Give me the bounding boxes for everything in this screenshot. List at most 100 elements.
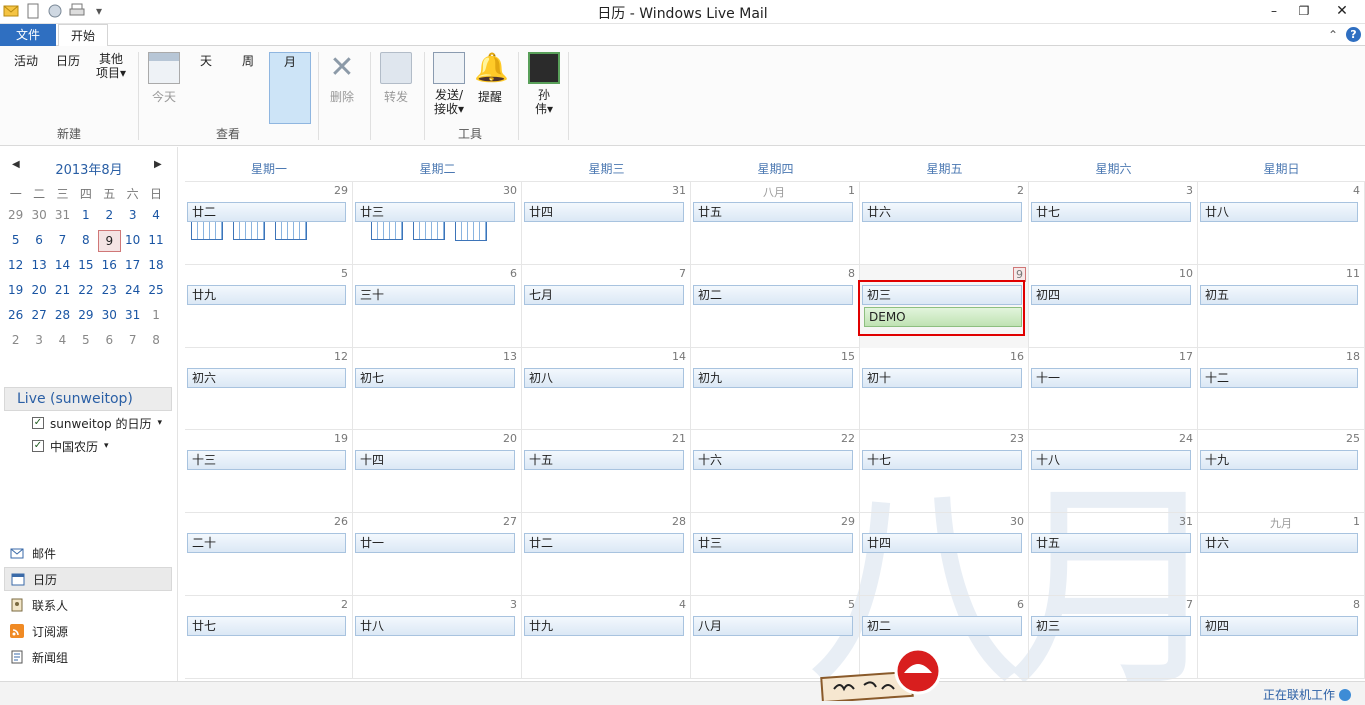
day-cell[interactable]: 25 十九 <box>1198 430 1365 514</box>
lunar-date-event[interactable]: 廿四 <box>862 533 1022 554</box>
mini-calendar-day[interactable]: 3 <box>121 205 144 230</box>
nav-feeds[interactable]: 订阅源 <box>4 619 172 643</box>
day-cell[interactable]: 7 七月 <box>522 264 691 348</box>
send-receive-button[interactable]: 发送/ 接收▾ <box>428 52 470 122</box>
mini-calendar-day[interactable]: 4 <box>51 330 74 355</box>
dropdown-arrow-icon[interactable]: ▾ <box>104 441 109 451</box>
lunar-date-event[interactable]: 初二 <box>862 616 1022 636</box>
help-icon[interactable]: ? <box>1346 27 1361 42</box>
mini-calendar-day[interactable]: 1 <box>144 305 167 330</box>
account-header[interactable]: Live (sunweitop) <box>4 387 172 411</box>
mini-calendar-day[interactable]: 11 <box>144 230 167 255</box>
mini-calendar-day[interactable]: 7 <box>51 230 74 255</box>
lunar-date-event[interactable]: 初十 <box>862 367 1022 388</box>
day-cell[interactable]: 17 十一 <box>1029 347 1198 431</box>
day-cell[interactable]: 11 初五 <box>1198 264 1365 348</box>
lunar-date-event[interactable]: 廿六 <box>862 202 1022 222</box>
day-cell[interactable]: 4 廿九 <box>522 596 691 679</box>
day-cell[interactable]: 10 初四 <box>1029 264 1198 348</box>
mini-calendar-day[interactable]: 6 <box>27 230 50 255</box>
mini-calendar-day[interactable]: 25 <box>144 280 167 305</box>
mini-calendar-day[interactable]: 17 <box>121 255 144 280</box>
lunar-date-event[interactable]: 十六 <box>693 450 853 471</box>
mini-calendar-day[interactable]: 4 <box>144 205 167 230</box>
day-cell[interactable]: 27 廿一 <box>353 513 522 596</box>
lunar-date-event[interactable]: 廿八 <box>1200 202 1358 222</box>
lunar-date-event[interactable]: 十五 <box>524 450 684 471</box>
other-items-button[interactable]: 其他 项目▾ <box>90 52 307 240</box>
tab-file[interactable]: 文件 <box>0 24 56 46</box>
mini-calendar-day[interactable]: 31 <box>51 205 74 230</box>
lunar-date-event[interactable]: 廿五 <box>1031 533 1191 554</box>
lunar-date-event[interactable]: 七月 <box>524 284 684 305</box>
mini-calendar-day[interactable]: 1 <box>74 205 97 230</box>
day-cell[interactable]: 3 廿七 <box>1029 182 1198 265</box>
tab-home[interactable]: 开始 <box>58 24 108 47</box>
day-cell[interactable]: 15 初九 <box>691 347 860 431</box>
day-cell[interactable]: 30 廿四 <box>860 513 1029 596</box>
day-cell[interactable]: 26 二十 <box>185 513 353 596</box>
lunar-date-event[interactable]: 廿九 <box>524 616 684 636</box>
lunar-date-event[interactable]: 廿五 <box>693 202 853 222</box>
lunar-date-event[interactable]: 廿七 <box>187 616 346 636</box>
day-cell[interactable]: 18 十二 <box>1198 347 1365 431</box>
day-cell[interactable]: 28 廿二 <box>522 513 691 596</box>
delete-button[interactable]: ✕ 删除 <box>322 52 362 122</box>
lunar-date-event[interactable]: 廿六 <box>1200 533 1358 554</box>
day-cell[interactable]: 22 十六 <box>691 430 860 514</box>
lunar-date-event[interactable]: 廿三 <box>355 202 515 222</box>
nav-calendar[interactable]: 日历 <box>4 567 172 591</box>
lunar-date-event[interactable]: 初二 <box>693 284 853 305</box>
day-cell[interactable]: 30 廿三 <box>353 182 522 265</box>
lunar-date-event[interactable]: 初四 <box>1200 616 1358 636</box>
mini-calendar-day[interactable]: 9 <box>97 230 121 252</box>
lunar-date-event[interactable]: 三十 <box>355 284 515 305</box>
lunar-date-event[interactable]: 十八 <box>1031 450 1191 471</box>
reminder-button[interactable]: 🔔 提醒 <box>470 52 510 122</box>
day-cell[interactable]: 5 廿九 <box>185 264 353 348</box>
week-view-button[interactable]: 周 <box>228 52 445 240</box>
day-cell[interactable]: 8 初四 <box>1198 596 1365 679</box>
lunar-date-event[interactable]: 十四 <box>355 450 515 471</box>
mini-calendar-day[interactable]: 2 <box>4 330 27 355</box>
day-cell[interactable]: 23 十七 <box>860 430 1029 514</box>
lunar-date-event[interactable]: 八月 <box>693 616 853 636</box>
calendar-item-personal[interactable]: ✓ sunweitop 的日历 ▾ <box>32 413 162 433</box>
mini-calendar-day[interactable]: 2 <box>98 205 121 230</box>
mini-calendar-day[interactable]: 16 <box>98 255 121 280</box>
mini-calendar-day[interactable]: 21 <box>51 280 74 305</box>
mini-calendar-day[interactable]: 5 <box>4 230 27 255</box>
lunar-date-event[interactable]: 廿一 <box>355 533 515 554</box>
lunar-date-event[interactable]: 廿九 <box>187 284 346 305</box>
lunar-date-event[interactable]: 廿八 <box>355 616 515 636</box>
day-cell[interactable]: 7 初三 <box>1029 596 1198 679</box>
mini-calendar-day[interactable]: 5 <box>74 330 97 355</box>
mini-calendar-day[interactable]: 18 <box>144 255 167 280</box>
mini-calendar-day[interactable]: 7 <box>121 330 144 355</box>
minimize-button[interactable]: – <box>1259 0 1289 22</box>
day-cell[interactable]: 31 廿五 <box>1029 513 1198 596</box>
prev-month-icon[interactable]: ◀ <box>12 159 20 170</box>
mini-calendar-title[interactable]: 2013年8月 <box>48 159 130 178</box>
mini-calendar-day[interactable]: 10 <box>121 230 144 255</box>
nav-newsgroups[interactable]: 新闻组 <box>4 645 172 669</box>
lunar-date-event[interactable]: 初四 <box>1031 284 1191 305</box>
month-view-button[interactable]: 月 <box>269 52 487 241</box>
lunar-date-event[interactable]: 十七 <box>862 450 1022 471</box>
mini-calendar-day[interactable]: 31 <box>121 305 144 330</box>
dropdown-arrow-icon[interactable]: ▾ <box>157 418 162 428</box>
lunar-date-event[interactable]: 廿三 <box>693 533 853 554</box>
day-cell[interactable]: 19 十三 <box>185 430 353 514</box>
day-cell[interactable]: 4 廿八 <box>1198 182 1365 265</box>
day-cell[interactable]: 1 八月 廿五 <box>691 182 860 265</box>
mini-calendar-day[interactable]: 30 <box>98 305 121 330</box>
lunar-date-event[interactable]: 廿七 <box>1031 202 1191 222</box>
lunar-date-event[interactable]: 初八 <box>524 367 684 388</box>
lunar-date-event[interactable]: 初九 <box>693 367 853 388</box>
mini-calendar-day[interactable]: 30 <box>27 205 50 230</box>
forward-button[interactable]: 转发 <box>376 52 416 122</box>
lunar-date-event[interactable]: 初七 <box>355 367 515 388</box>
collapse-ribbon-icon[interactable]: ⌃ <box>1328 28 1338 42</box>
day-cell[interactable]: 3 廿八 <box>353 596 522 679</box>
day-cell[interactable]: 1 九月 廿六 <box>1198 513 1365 596</box>
